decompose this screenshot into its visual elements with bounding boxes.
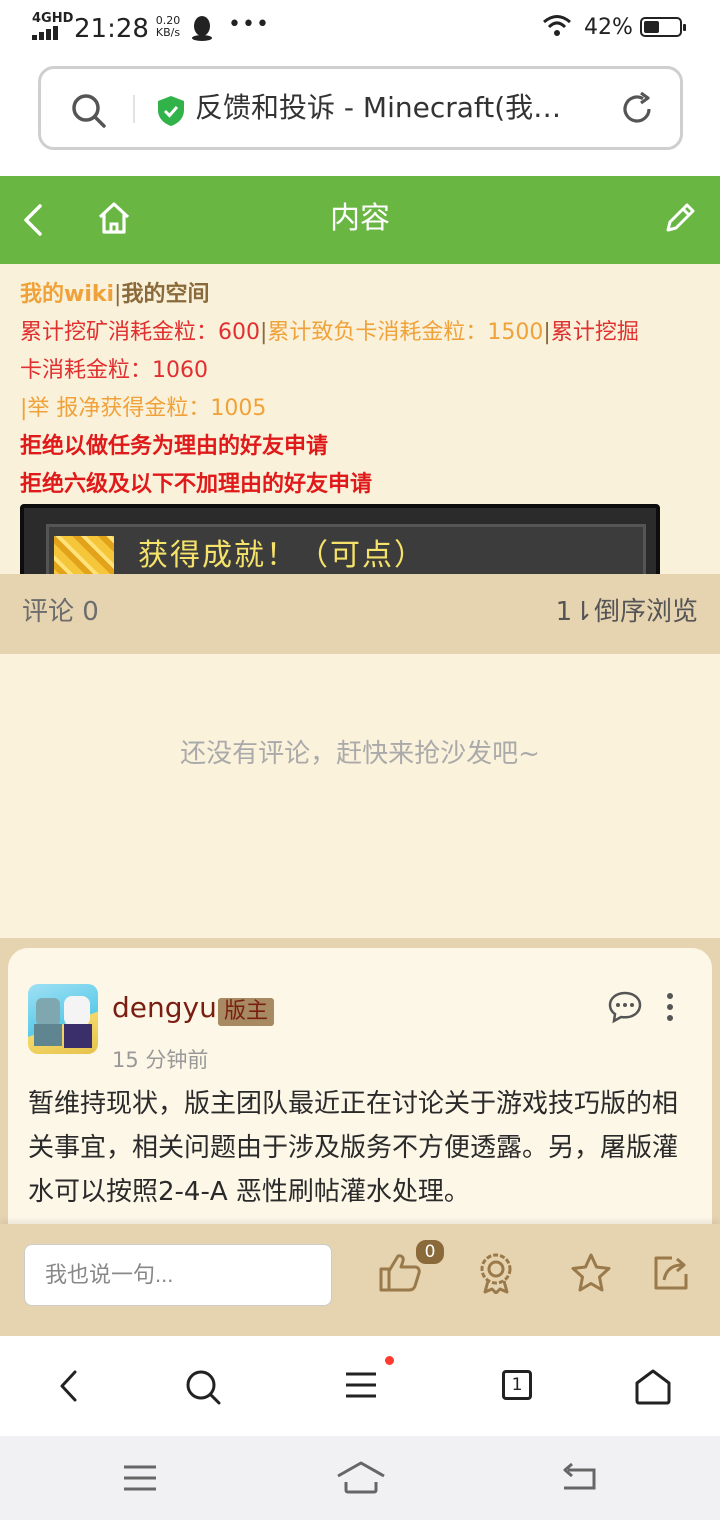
system-home-icon[interactable] [336,1460,386,1494]
links-line: 我的wiki|我的空间 [20,280,209,310]
avatar[interactable] [28,984,98,1054]
post-wrapper: dengyu 版主 15 分钟前 暂维持现状，版主团队最近正在讨论关于游戏技巧版… [0,938,720,1248]
favorite-star-icon[interactable] [570,1252,612,1294]
report-stat: |举 报净获得金粒：1005 [20,396,267,421]
search-icon[interactable] [69,91,109,131]
reply-card: dengyu 版主 15 分钟前 暂维持现状，版主团队最近正在讨论关于游戏技巧版… [8,948,712,1248]
system-back-icon[interactable] [560,1462,598,1492]
divider [133,95,135,123]
signal-icon [32,26,58,40]
sort-reverse-button[interactable]: 1⇂倒序浏览 [556,594,698,630]
menu-icon[interactable] [344,1368,378,1402]
share-icon[interactable] [650,1252,692,1294]
more-status-icon: ••• [228,12,270,37]
app-header: 内容 [0,176,720,264]
speed-unit: KB/s [155,26,181,39]
my-wiki-link[interactable]: 我的wiki [20,282,114,307]
network-speed: 0.20 KB/s [150,15,186,39]
back-icon[interactable] [20,202,48,238]
home-icon[interactable] [96,200,132,236]
secure-shield-icon [158,96,184,126]
dig-stat-cont: 卡消耗金粒：1060 [20,358,208,383]
notification-dot [385,1356,394,1365]
system-nav-bar [0,1436,720,1520]
friend-rule-1: 拒绝以做任务为理由的好友申请 [20,434,329,459]
my-space-link[interactable]: 我的空间 [121,282,209,307]
dig-stat: 累计挖掘 [550,320,639,345]
post-time: 15 分钟前 [112,1048,209,1072]
comment-input[interactable]: 我也说一句... [24,1244,332,1306]
browser-toolbar: 1 [0,1336,720,1436]
award-icon[interactable] [476,1252,516,1294]
moderator-badge: 版主 [218,998,275,1026]
battery-icon [640,17,686,37]
status-bar: 4GHD 21:28 0.20 KB/s ••• 42% [0,0,720,58]
refresh-icon[interactable] [619,91,655,127]
empty-comments: 还没有评论，赶快来抢沙发吧~ [0,654,720,938]
battery-percent: 42% [584,15,633,40]
separator: | [543,320,551,345]
more-options-icon[interactable] [664,992,676,1022]
achievement-banner[interactable]: 获得成就！（可点） [20,504,660,574]
comments-header: 评论 0 1⇂倒序浏览 [0,574,720,654]
network-type: 4GHD [32,11,74,26]
comment-count: 评论 0 [22,597,99,627]
clock: 21:28 [74,14,149,44]
qq-icon [192,16,212,41]
wifi-icon [543,15,571,36]
action-bar: 我也说一句... 0 [0,1224,720,1336]
card-stat: 累计致负卡消耗金粒：1500 [267,320,544,345]
browser-back-icon[interactable] [54,1368,84,1404]
browser-search-icon[interactable] [184,1368,222,1406]
achievement-text[interactable]: 获得成就！（可点） [138,530,426,574]
friend-rule-2: 拒绝六级及以下不加理由的好友申请 [20,472,373,497]
like-count: 0 [414,1238,446,1266]
address-bar[interactable]: 反馈和投诉 - Minecraft(我… [38,66,683,150]
stats-line: 累计挖矿消耗金粒：600|累计致负卡消耗金粒：1500|累计挖掘 [20,318,639,348]
gold-block-icon [54,536,114,574]
edit-icon[interactable] [662,200,698,236]
recent-apps-icon[interactable] [122,1464,158,1492]
browser-home-icon[interactable] [634,1368,672,1406]
header-title: 内容 [330,201,390,236]
page-title[interactable]: 反馈和投诉 - Minecraft(我… [195,89,585,127]
empty-message: 还没有评论，赶快来抢沙发吧~ [180,739,540,769]
mining-stat: 累计挖矿消耗金粒：600 [20,320,260,345]
tabs-button[interactable]: 1 [502,1370,532,1400]
post-content: 我的wiki|我的空间 累计挖矿消耗金粒：600 |累计致负卡消耗金粒：1500 |… [0,264,720,574]
reply-body: 暂维持现状，版主团队最近正在讨论关于游戏技巧版的相关事宜，相关问题由于涉及版务不… [28,1089,679,1207]
username[interactable]: dengyu [112,990,217,1026]
reply-icon[interactable] [608,990,642,1024]
